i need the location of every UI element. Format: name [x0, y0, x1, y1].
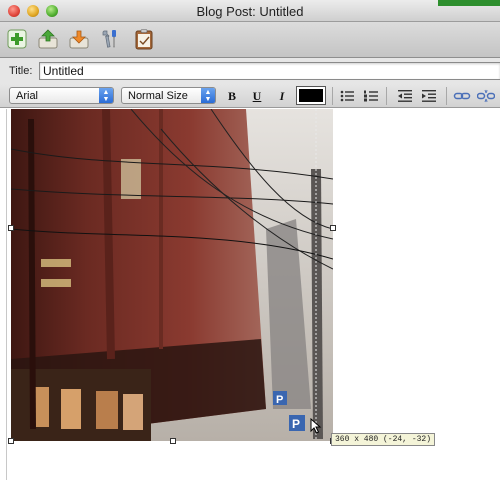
- svg-text:P: P: [276, 394, 283, 406]
- unlink-icon: [476, 89, 496, 103]
- resize-handle-bottom[interactable]: [170, 438, 176, 444]
- outdent-icon: [398, 90, 412, 102]
- bulleted-list-icon: [340, 90, 354, 102]
- download-icon: [69, 30, 89, 49]
- toolbar-separator: [332, 87, 333, 105]
- mouse-pointer-icon: [310, 418, 322, 434]
- indent-button[interactable]: [420, 88, 438, 104]
- title-input[interactable]: [39, 62, 500, 80]
- toolbar: [0, 22, 500, 58]
- font-size-select[interactable]: Normal Size ▲ ▼: [121, 87, 216, 104]
- add-icon: [7, 29, 27, 49]
- resize-handle-right[interactable]: [330, 225, 336, 231]
- text-color-swatch: [299, 89, 323, 102]
- font-size-select-value: Normal Size: [128, 90, 188, 102]
- image-size-tooltip: 360 x 480 (-24, -32): [331, 433, 436, 446]
- street-photo-image: P P: [11, 109, 333, 441]
- numbered-list-button[interactable]: [362, 88, 380, 104]
- window-titlebar: Blog Post: Untitled: [0, 0, 500, 22]
- publish-button[interactable]: [36, 27, 60, 51]
- background-window-edge: [438, 0, 500, 6]
- indent-icon: [422, 90, 436, 102]
- text-color-well[interactable]: [296, 86, 326, 105]
- link-icon: [453, 92, 471, 100]
- underline-button[interactable]: U: [248, 88, 266, 104]
- clipboard-icon: [135, 29, 153, 50]
- format-bar: Arial ▲ ▼ Normal Size ▲ ▼ B U I: [0, 84, 500, 108]
- download-button[interactable]: [67, 27, 91, 51]
- tools-icon: [102, 30, 116, 48]
- select-arrows-icon: ▲ ▼: [201, 88, 215, 103]
- window-title: Blog Post: Untitled: [196, 4, 304, 19]
- new-post-button[interactable]: [5, 27, 29, 51]
- title-row: Title:: [0, 58, 500, 84]
- select-arrows-icon: ▲ ▼: [99, 88, 113, 103]
- resize-handle-left[interactable]: [8, 225, 14, 231]
- toolbar-separator: [386, 87, 387, 105]
- resize-handle-bottom-left[interactable]: [8, 438, 14, 444]
- clipboard-button[interactable]: [132, 27, 156, 51]
- outdent-button[interactable]: [396, 88, 414, 104]
- svg-text:P: P: [292, 417, 300, 431]
- font-select[interactable]: Arial ▲ ▼: [9, 87, 114, 104]
- bold-button[interactable]: B: [223, 88, 241, 104]
- italic-button[interactable]: I: [273, 88, 291, 104]
- editor-border: [6, 109, 7, 480]
- numbered-list-icon: [364, 90, 378, 102]
- insert-link-button[interactable]: [453, 88, 471, 104]
- settings-button[interactable]: [98, 27, 122, 51]
- title-label: Title:: [9, 65, 33, 77]
- upload-icon: [38, 29, 58, 49]
- font-select-value: Arial: [16, 90, 39, 102]
- remove-link-button[interactable]: [476, 88, 496, 104]
- toolbar-separator: [446, 87, 447, 105]
- inserted-image[interactable]: P P: [11, 109, 333, 441]
- bulleted-list-button[interactable]: [338, 88, 356, 104]
